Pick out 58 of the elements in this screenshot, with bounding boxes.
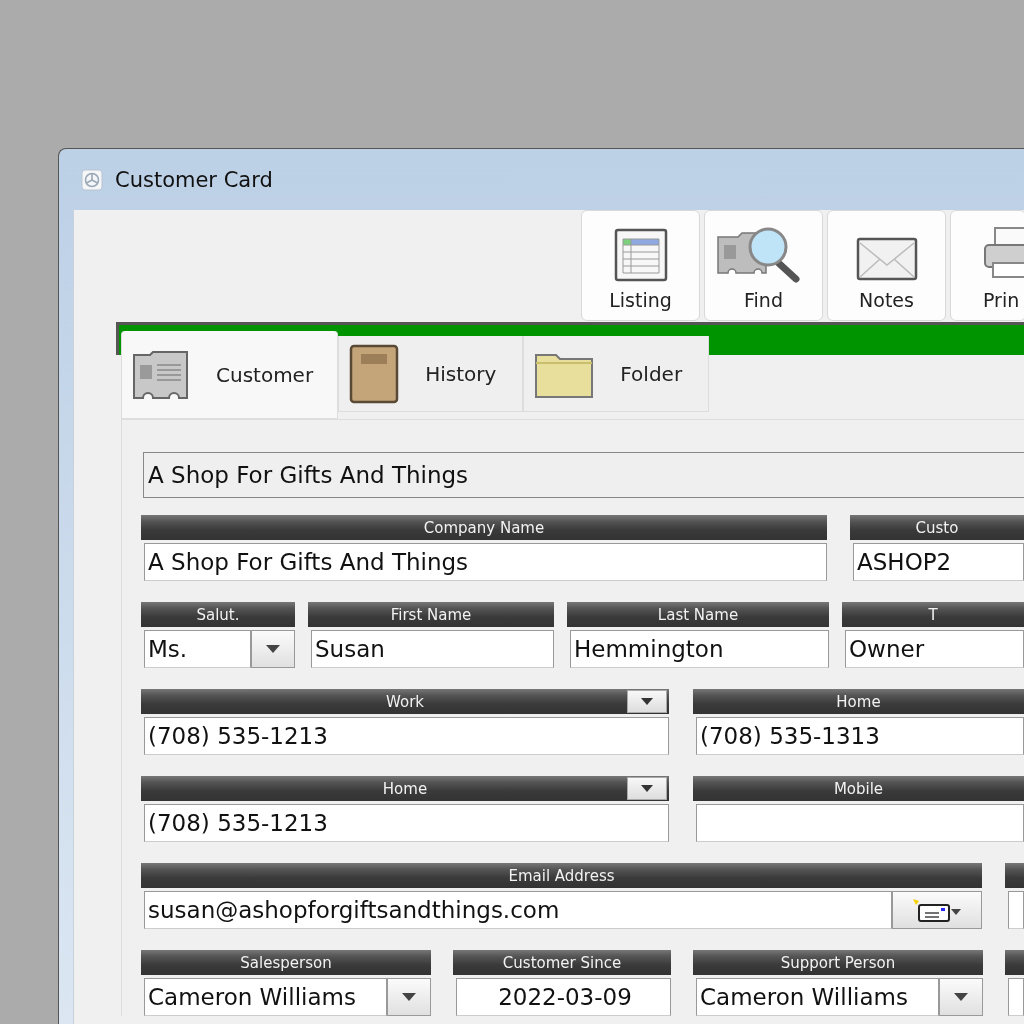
field-label: Salut. [196, 605, 240, 624]
input-field[interactable]: A Shop For Gifts And Things [144, 543, 827, 581]
toolbar-button[interactable]: Prin [950, 210, 1024, 321]
input-field[interactable]: Hemmington [570, 630, 829, 668]
field-label: T [928, 605, 938, 624]
envelope-icon [911, 897, 963, 923]
name-display-field: A Shop For Gifts And Things [143, 452, 1024, 498]
input-field[interactable]: Susan [311, 630, 554, 668]
caret-icon [954, 993, 968, 1001]
input-field[interactable] [696, 804, 1024, 842]
book-icon [349, 343, 400, 404]
input-field[interactable]: Ms. [144, 630, 251, 668]
field-label: Company Name [423, 518, 545, 537]
caret-icon [402, 993, 416, 1001]
input-field[interactable]: susan@ashopforgiftsandthings.com [144, 891, 892, 929]
input-field[interactable]: 2022-03-09 [456, 978, 671, 1016]
tab[interactable]: Customer [121, 331, 339, 419]
field-label: Support Person [780, 953, 896, 972]
input-field[interactable]: (708) 535-1213 [144, 717, 669, 755]
field-label: Customer Since [502, 953, 622, 972]
toolbar-button[interactable]: Find [704, 210, 823, 321]
dropdown-button[interactable] [627, 690, 667, 713]
envelope-icon [855, 235, 918, 283]
tab[interactable]: History [338, 336, 524, 412]
input-field[interactable] [1008, 891, 1024, 929]
dropdown-button[interactable] [387, 978, 431, 1016]
card-file-icon [132, 348, 190, 401]
input-field[interactable]: (708) 535-1313 [696, 717, 1024, 755]
input-field[interactable]: (708) 535-1213 [144, 804, 669, 842]
caret-icon [266, 645, 280, 653]
input-field[interactable] [1008, 978, 1024, 1016]
caret-icon [641, 698, 653, 705]
input-field[interactable]: Cameron Williams [144, 978, 387, 1016]
tab[interactable]: Folder [523, 336, 710, 412]
field-label: Custo [915, 518, 959, 537]
toolbar-button[interactable]: Listing [581, 210, 700, 321]
field-label: Work [386, 692, 424, 711]
email-button[interactable] [892, 891, 982, 929]
toolbar-button[interactable]: Notes [827, 210, 946, 321]
dropdown-button[interactable] [251, 630, 295, 668]
app-icon [81, 168, 103, 191]
field-label: Home [382, 779, 428, 798]
spreadsheet-icon [612, 227, 669, 283]
input-field[interactable]: Cameron Williams [696, 978, 939, 1016]
field-label: Mobile [833, 779, 884, 798]
field-label: Salesperson [240, 953, 332, 972]
input-field[interactable]: ASHOP2 [853, 543, 1024, 581]
input-field[interactable]: Owner [845, 630, 1024, 668]
field-label: Email Address [508, 866, 615, 885]
window-title: Customer Card [115, 167, 273, 192]
dropdown-button[interactable] [627, 777, 667, 800]
field-label-bar [1005, 863, 1024, 888]
caret-icon [641, 785, 653, 792]
field-label: Last Name [657, 605, 739, 624]
dropdown-button[interactable] [939, 978, 983, 1016]
field-label: Home [836, 692, 881, 711]
field-label: First Name [390, 605, 472, 624]
field-label-bar [1005, 950, 1024, 975]
